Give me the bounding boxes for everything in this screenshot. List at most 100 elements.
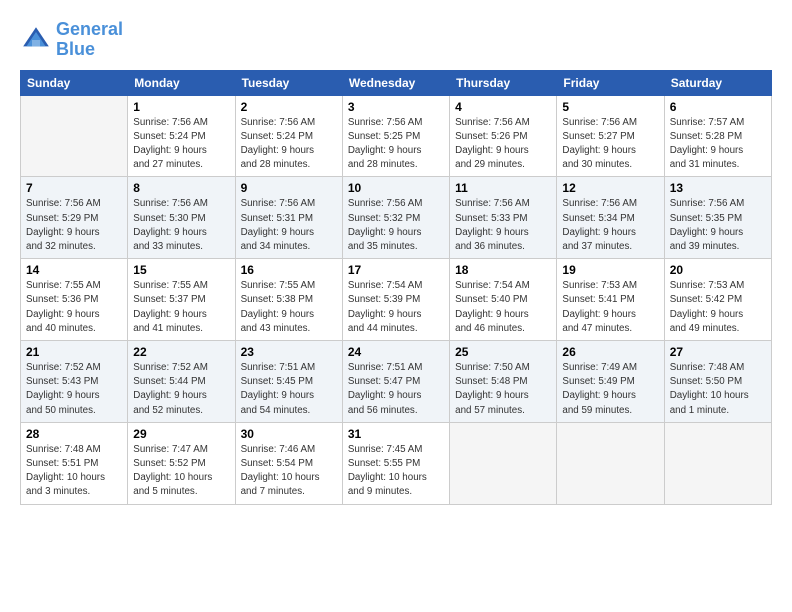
day-info: Sunrise: 7:53 AMSunset: 5:41 PMDaylight:… — [562, 279, 658, 336]
table-row: 21 Sunrise: 7:52 AMSunset: 5:43 PMDayligh… — [21, 341, 128, 423]
day-number: 28 — [26, 427, 122, 441]
day-number: 25 — [455, 345, 551, 359]
day-info: Sunrise: 7:55 AMSunset: 5:37 PMDaylight:… — [133, 279, 229, 336]
table-row: 13 Sunrise: 7:56 AMSunset: 5:35 PMDayligh… — [664, 177, 771, 259]
day-number: 12 — [562, 181, 658, 195]
day-number: 30 — [241, 427, 337, 441]
day-number: 19 — [562, 263, 658, 277]
table-row — [21, 95, 128, 177]
page: General Blue SundayMondayTuesdayWednesda… — [0, 0, 792, 612]
day-info: Sunrise: 7:48 AMSunset: 5:51 PMDaylight:… — [26, 443, 122, 500]
logo-icon — [20, 24, 52, 56]
weekday-header-sunday: Sunday — [21, 70, 128, 95]
table-row: 31 Sunrise: 7:45 AMSunset: 5:55 PMDayligh… — [342, 422, 449, 504]
table-row: 2 Sunrise: 7:56 AMSunset: 5:24 PMDaylight… — [235, 95, 342, 177]
day-number: 5 — [562, 100, 658, 114]
day-number: 31 — [348, 427, 444, 441]
day-number: 18 — [455, 263, 551, 277]
table-row — [557, 422, 664, 504]
table-row: 3Sunrise: 7:56 AMSunset: 5:25 PMDaylight… — [342, 95, 449, 177]
day-info: Sunrise: 7:47 AMSunset: 5:52 PMDaylight:… — [133, 443, 229, 500]
logo-text: General Blue — [56, 20, 123, 60]
weekday-header-thursday: Thursday — [450, 70, 557, 95]
day-number: 16 — [241, 263, 337, 277]
table-row: 23 Sunrise: 7:51 AMSunset: 5:45 PMDayligh… — [235, 341, 342, 423]
table-row: 1 Sunrise: 7:56 AMSunset: 5:24 PMDaylight… — [128, 95, 235, 177]
weekday-header-wednesday: Wednesday — [342, 70, 449, 95]
day-info: Sunrise: 7:49 AMSunset: 5:49 PMDaylight:… — [562, 361, 658, 418]
day-number: 2 — [241, 100, 337, 114]
day-info: Sunrise: 7:57 AMSunset: 5:28 PMDaylight:… — [670, 116, 766, 173]
weekday-header-row: SundayMondayTuesdayWednesdayThursdayFrid… — [21, 70, 772, 95]
day-number: 23 — [241, 345, 337, 359]
day-number: 21 — [26, 345, 122, 359]
day-info: Sunrise: 7:55 AMSunset: 5:36 PMDaylight:… — [26, 279, 122, 336]
day-info: Sunrise: 7:56 AMSunset: 5:30 PMDaylight:… — [133, 197, 229, 254]
weekday-header-monday: Monday — [128, 70, 235, 95]
calendar-table: SundayMondayTuesdayWednesdayThursdayFrid… — [20, 70, 772, 505]
day-number: 6 — [670, 100, 766, 114]
day-info: Sunrise: 7:56 AMSunset: 5:29 PMDaylight:… — [26, 197, 122, 254]
day-number: 13 — [670, 181, 766, 195]
day-info: Sunrise: 7:52 AMSunset: 5:43 PMDaylight:… — [26, 361, 122, 418]
table-row: 18 Sunrise: 7:54 AMSunset: 5:40 PMDayligh… — [450, 259, 557, 341]
table-row: 20Sunrise: 7:53 AMSunset: 5:42 PMDayligh… — [664, 259, 771, 341]
table-row: 30 Sunrise: 7:46 AMSunset: 5:54 PMDayligh… — [235, 422, 342, 504]
table-row: 19 Sunrise: 7:53 AMSunset: 5:41 PMDayligh… — [557, 259, 664, 341]
day-number: 27 — [670, 345, 766, 359]
day-number: 20 — [670, 263, 766, 277]
table-row: 10Sunrise: 7:56 AMSunset: 5:32 PMDayligh… — [342, 177, 449, 259]
day-info: Sunrise: 7:55 AMSunset: 5:38 PMDaylight:… — [241, 279, 337, 336]
table-row: 27 Sunrise: 7:48 AMSunset: 5:50 PMDayligh… — [664, 341, 771, 423]
table-row: 7Sunrise: 7:56 AMSunset: 5:29 PMDaylight… — [21, 177, 128, 259]
day-info: Sunrise: 7:45 AMSunset: 5:55 PMDaylight:… — [348, 443, 444, 500]
day-info: Sunrise: 7:56 AMSunset: 5:31 PMDaylight:… — [241, 197, 337, 254]
table-row: 9 Sunrise: 7:56 AMSunset: 5:31 PMDaylight… — [235, 177, 342, 259]
calendar-week-row: 7Sunrise: 7:56 AMSunset: 5:29 PMDaylight… — [21, 177, 772, 259]
day-number: 4 — [455, 100, 551, 114]
day-number: 9 — [241, 181, 337, 195]
calendar-week-row: 14 Sunrise: 7:55 AMSunset: 5:36 PMDayligh… — [21, 259, 772, 341]
table-row: 15 Sunrise: 7:55 AMSunset: 5:37 PMDayligh… — [128, 259, 235, 341]
day-info: Sunrise: 7:56 AMSunset: 5:33 PMDaylight:… — [455, 197, 551, 254]
logo: General Blue — [20, 20, 123, 60]
table-row: 12Sunrise: 7:56 AMSunset: 5:34 PMDayligh… — [557, 177, 664, 259]
weekday-header-saturday: Saturday — [664, 70, 771, 95]
table-row: 29Sunrise: 7:47 AMSunset: 5:52 PMDayligh… — [128, 422, 235, 504]
calendar-week-row: 21 Sunrise: 7:52 AMSunset: 5:43 PMDayligh… — [21, 341, 772, 423]
day-info: Sunrise: 7:56 AMSunset: 5:24 PMDaylight:… — [133, 116, 229, 173]
day-info: Sunrise: 7:56 AMSunset: 5:26 PMDaylight:… — [455, 116, 551, 173]
day-info: Sunrise: 7:56 AMSunset: 5:35 PMDaylight:… — [670, 197, 766, 254]
table-row: 5Sunrise: 7:56 AMSunset: 5:27 PMDaylight… — [557, 95, 664, 177]
weekday-header-tuesday: Tuesday — [235, 70, 342, 95]
day-number: 22 — [133, 345, 229, 359]
table-row: 4 Sunrise: 7:56 AMSunset: 5:26 PMDaylight… — [450, 95, 557, 177]
day-info: Sunrise: 7:50 AMSunset: 5:48 PMDaylight:… — [455, 361, 551, 418]
table-row: 17Sunrise: 7:54 AMSunset: 5:39 PMDayligh… — [342, 259, 449, 341]
table-row: 25 Sunrise: 7:50 AMSunset: 5:48 PMDayligh… — [450, 341, 557, 423]
table-row: 11 Sunrise: 7:56 AMSunset: 5:33 PMDayligh… — [450, 177, 557, 259]
table-row: 14 Sunrise: 7:55 AMSunset: 5:36 PMDayligh… — [21, 259, 128, 341]
table-row — [450, 422, 557, 504]
table-row: 22Sunrise: 7:52 AMSunset: 5:44 PMDayligh… — [128, 341, 235, 423]
day-info: Sunrise: 7:56 AMSunset: 5:32 PMDaylight:… — [348, 197, 444, 254]
day-number: 1 — [133, 100, 229, 114]
day-number: 17 — [348, 263, 444, 277]
table-row — [664, 422, 771, 504]
header: General Blue — [20, 20, 772, 60]
day-number: 8 — [133, 181, 229, 195]
table-row: 8 Sunrise: 7:56 AMSunset: 5:30 PMDaylight… — [128, 177, 235, 259]
day-info: Sunrise: 7:51 AMSunset: 5:45 PMDaylight:… — [241, 361, 337, 418]
day-number: 14 — [26, 263, 122, 277]
table-row: 6 Sunrise: 7:57 AMSunset: 5:28 PMDaylight… — [664, 95, 771, 177]
day-info: Sunrise: 7:48 AMSunset: 5:50 PMDaylight:… — [670, 361, 766, 418]
day-number: 3 — [348, 100, 444, 114]
day-info: Sunrise: 7:56 AMSunset: 5:24 PMDaylight:… — [241, 116, 337, 173]
calendar-week-row: 28 Sunrise: 7:48 AMSunset: 5:51 PMDayligh… — [21, 422, 772, 504]
table-row: 16 Sunrise: 7:55 AMSunset: 5:38 PMDayligh… — [235, 259, 342, 341]
day-info: Sunrise: 7:46 AMSunset: 5:54 PMDaylight:… — [241, 443, 337, 500]
day-number: 11 — [455, 181, 551, 195]
table-row: 24Sunrise: 7:51 AMSunset: 5:47 PMDayligh… — [342, 341, 449, 423]
day-number: 15 — [133, 263, 229, 277]
day-info: Sunrise: 7:54 AMSunset: 5:40 PMDaylight:… — [455, 279, 551, 336]
